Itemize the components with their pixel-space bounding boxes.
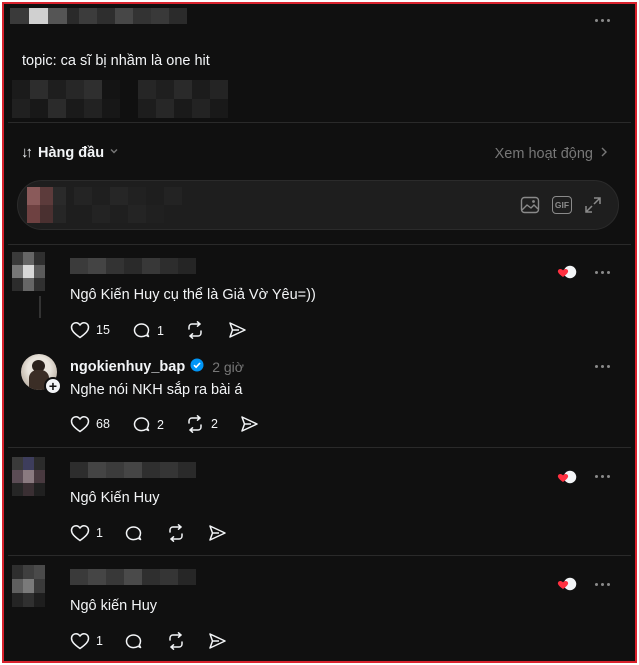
heart-icon	[70, 321, 90, 339]
share-icon	[241, 416, 258, 432]
share-icon	[229, 322, 246, 338]
section-divider	[8, 447, 631, 448]
comment-more-button[interactable]	[591, 359, 613, 373]
section-divider	[8, 244, 631, 245]
reply-count: 1	[157, 323, 164, 338]
author-liked-icon	[556, 469, 580, 485]
section-divider	[8, 555, 631, 556]
share-icon	[209, 525, 226, 541]
section-divider	[8, 122, 631, 123]
reply-composer[interactable]: GIF	[17, 180, 619, 230]
sort-label: Hàng đầu	[38, 144, 105, 161]
comment-text: Ngô Kiến Huy	[70, 490, 160, 506]
comment-avatar-blurred	[12, 252, 45, 291]
sort-arrows-icon: ↓↑	[21, 144, 33, 161]
author-liked-icon	[556, 576, 580, 592]
timestamp: 2 giờ	[212, 359, 244, 375]
thread-view: topic: ca sĩ bị nhầm là one hit ↓↑ Hàng …	[8, 8, 631, 657]
post-more-button[interactable]	[591, 13, 613, 27]
like-count: 15	[96, 323, 110, 337]
gif-button[interactable]: GIF	[552, 196, 572, 214]
reply-count: 2	[157, 417, 164, 432]
comment-icon	[133, 323, 150, 338]
comment-text: Ngô Kiến Huy cụ thể là Giả Vờ Yêu=))	[70, 287, 316, 303]
reply-button[interactable]	[124, 632, 143, 651]
like-button[interactable]: 15	[70, 321, 110, 339]
comment-username[interactable]: ngokienhuy_bap 2 giờ	[70, 358, 244, 376]
share-button[interactable]	[208, 632, 227, 650]
share-icon	[209, 633, 226, 649]
author-liked-icon	[556, 264, 580, 280]
expand-icon[interactable]	[583, 195, 603, 220]
like-button[interactable]: 68	[70, 415, 110, 433]
like-count: 1	[96, 634, 103, 648]
sort-dropdown[interactable]: ↓↑ Hàng đầu	[21, 144, 120, 161]
repost-count: 2	[211, 417, 218, 431]
thread-connector	[39, 296, 41, 318]
repost-button[interactable]	[166, 524, 186, 542]
composer-avatar-blurred	[27, 187, 66, 223]
share-button[interactable]	[240, 415, 259, 433]
username-text: ngokienhuy_bap	[70, 359, 186, 375]
heart-icon	[70, 524, 90, 542]
reply-button[interactable]	[124, 524, 143, 543]
repost-button[interactable]	[185, 321, 211, 339]
like-button[interactable]: 1	[70, 632, 103, 650]
follow-plus-icon[interactable]: +	[44, 377, 62, 395]
share-button[interactable]	[208, 524, 227, 542]
comment-icon	[125, 526, 142, 541]
comment-more-button[interactable]	[591, 469, 613, 483]
comment-text: Ngô kiến Huy	[70, 598, 158, 614]
gif-label: GIF	[554, 200, 570, 210]
repost-icon	[188, 415, 202, 433]
repost-icon	[169, 524, 183, 542]
chevron-down-icon	[108, 145, 120, 161]
comment-avatar-blurred	[12, 565, 45, 607]
comment-icon	[125, 634, 142, 649]
heart-icon	[70, 415, 90, 433]
comment-avatar-blurred	[12, 457, 45, 496]
comment-username-blurred	[70, 462, 196, 478]
heart-icon	[70, 632, 90, 650]
image-icon[interactable]	[520, 196, 540, 219]
comment-text: Nghe nói NKH sắp ra bài á	[70, 382, 243, 398]
comment-more-button[interactable]	[591, 265, 613, 279]
view-activity-link[interactable]: Xem hoạt động	[495, 146, 609, 162]
like-count: 68	[96, 417, 110, 431]
repost-icon	[188, 321, 202, 339]
comment-username-blurred	[70, 258, 196, 274]
topic-text: topic: ca sĩ bị nhầm là one hit	[22, 53, 210, 69]
composer-placeholder-blurred	[74, 187, 182, 223]
post-body-blurred	[12, 80, 228, 118]
repost-button[interactable]	[166, 632, 186, 650]
reply-button[interactable]: 1	[132, 321, 164, 340]
comment-username-blurred	[70, 569, 196, 585]
comment-more-button[interactable]	[591, 577, 613, 591]
repost-icon	[169, 632, 183, 650]
chevron-right-icon	[599, 146, 609, 162]
reply-button[interactable]: 2	[132, 415, 164, 434]
like-count: 1	[96, 526, 103, 540]
post-author-name-blurred	[79, 8, 187, 24]
comment-icon	[133, 417, 150, 432]
share-button[interactable]	[228, 321, 247, 339]
verified-badge-icon	[190, 358, 204, 376]
like-button[interactable]: 1	[70, 524, 103, 542]
screenshot-frame: topic: ca sĩ bị nhầm là one hit ↓↑ Hàng …	[2, 2, 637, 663]
view-activity-label: Xem hoạt động	[494, 146, 593, 162]
repost-button[interactable]: 2	[185, 415, 218, 433]
